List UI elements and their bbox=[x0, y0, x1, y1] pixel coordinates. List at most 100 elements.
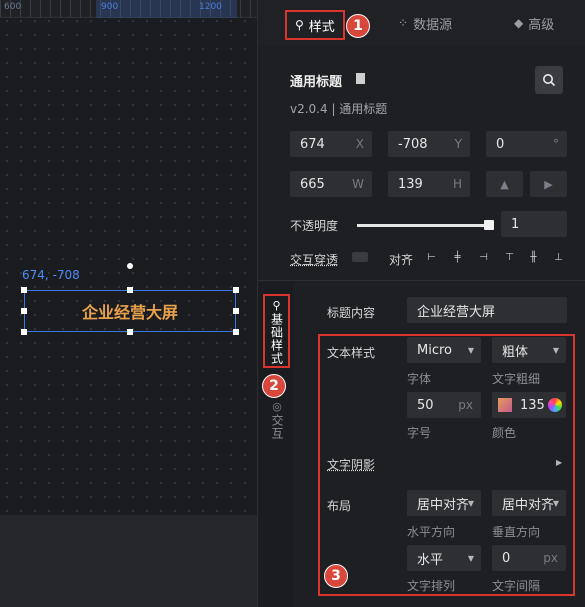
font-size-sublabel: 字号 bbox=[407, 426, 432, 440]
x-unit: X bbox=[355, 137, 364, 151]
align-top-icon[interactable]: ⊤ bbox=[504, 252, 515, 263]
font-family-sublabel: 字体 bbox=[407, 372, 432, 386]
width-value: 665 bbox=[300, 176, 325, 192]
align-left-icon[interactable]: ⊢ bbox=[426, 252, 437, 263]
component-title-text: 企业经营大屏 bbox=[81, 303, 178, 322]
align-center-v-icon[interactable]: ╫ bbox=[528, 252, 539, 263]
rotation-value: 0 bbox=[496, 136, 505, 152]
resize-handle-e[interactable] bbox=[233, 308, 239, 314]
letter-spacing-sublabel: 文字间隔 bbox=[492, 579, 541, 593]
height-input[interactable]: 139 H bbox=[388, 171, 470, 197]
tab-label: 高级 bbox=[528, 17, 555, 33]
letter-spacing-value: 0 bbox=[502, 550, 511, 566]
title-content-input[interactable]: 企业经营大屏 bbox=[407, 297, 567, 323]
chevron-right-icon[interactable]: ▶ bbox=[556, 458, 562, 467]
side-tab-label: 基础样式 bbox=[269, 313, 284, 365]
flip-vertical-icon: ▲ bbox=[500, 177, 509, 191]
properties-panel: ⚲ 样式 ⁘ 数据源 ◆ 高级 1 通用标题 v2.0.4 | 通用标题 674… bbox=[257, 0, 585, 607]
text-style-label: 文本样式 bbox=[327, 346, 376, 360]
chevron-down-icon: ▼ bbox=[552, 498, 559, 508]
document-icon[interactable] bbox=[356, 73, 365, 84]
color-sublabel: 颜色 bbox=[492, 426, 517, 440]
letter-spacing-unit: px bbox=[543, 551, 558, 565]
tab-label: 数据源 bbox=[413, 17, 453, 33]
chevron-down-icon: ▼ bbox=[467, 345, 474, 355]
resize-handle-w[interactable] bbox=[21, 308, 27, 314]
resize-handle-sw[interactable] bbox=[21, 329, 27, 335]
tab-datasource[interactable]: ⁘ 数据源 bbox=[398, 0, 452, 46]
interaction-icon: ◎ bbox=[272, 400, 282, 413]
resize-handle-ne[interactable] bbox=[233, 287, 239, 293]
section-divider bbox=[258, 280, 585, 281]
annotation-badge: 2 bbox=[262, 374, 286, 398]
rotate-handle[interactable] bbox=[127, 263, 133, 269]
flip-vertical-button[interactable]: ▲ bbox=[486, 171, 523, 197]
align-right-icon[interactable]: ⊣ bbox=[478, 252, 489, 263]
vertical-align-sublabel: 垂直方向 bbox=[492, 525, 541, 539]
design-canvas[interactable]: 600 900 1200 674, -708 企业经营大屏 bbox=[0, 0, 257, 607]
opacity-label: 不透明度 bbox=[290, 219, 339, 233]
search-icon bbox=[543, 74, 556, 87]
text-direction-sublabel: 文字排列 bbox=[407, 579, 456, 593]
title-content-value: 企业经营大屏 bbox=[417, 304, 496, 320]
color-picker[interactable]: 135 bbox=[492, 392, 566, 418]
sliders-icon: ⚲ bbox=[272, 299, 281, 312]
horizontal-ruler: 600 900 1200 bbox=[0, 0, 257, 18]
side-tab-basic-style[interactable]: ⚲ 基础样式 bbox=[263, 294, 290, 368]
vertical-align-value: 居中对齐 bbox=[502, 497, 553, 513]
color-wheel-icon[interactable] bbox=[548, 398, 562, 412]
interaction-through-label: 交互穿透 bbox=[290, 253, 339, 267]
search-button[interactable] bbox=[535, 66, 563, 94]
color-swatch[interactable] bbox=[498, 398, 512, 412]
interaction-through-toggle[interactable] bbox=[352, 252, 368, 262]
font-weight-sublabel: 文字粗细 bbox=[492, 372, 541, 386]
ruler-label: 1200 bbox=[199, 2, 222, 12]
selected-title-component[interactable]: 企业经营大屏 bbox=[21, 287, 239, 335]
grid-dots-icon: ⁘ bbox=[398, 16, 409, 30]
rotation-unit: ° bbox=[553, 137, 559, 151]
chevron-down-icon: ▼ bbox=[467, 553, 474, 563]
x-input[interactable]: 674 X bbox=[290, 131, 372, 157]
resize-handle-nw[interactable] bbox=[21, 287, 27, 293]
height-value: 139 bbox=[398, 176, 423, 192]
x-value: 674 bbox=[300, 136, 325, 152]
y-input[interactable]: -708 Y bbox=[388, 131, 470, 157]
opacity-input[interactable]: 1 bbox=[501, 211, 567, 237]
horizontal-align-select[interactable]: 居中对齐 ▼ bbox=[407, 490, 481, 516]
tab-advanced[interactable]: ◆ 高级 bbox=[514, 0, 554, 46]
opacity-slider-handle[interactable] bbox=[484, 220, 494, 230]
tab-style[interactable]: ⚲ 样式 bbox=[285, 10, 345, 40]
sliders-icon: ⚲ bbox=[295, 18, 304, 32]
text-shadow-label[interactable]: 文字阴影 bbox=[327, 456, 375, 473]
font-size-input[interactable]: 50 px bbox=[407, 392, 481, 418]
font-size-unit: px bbox=[458, 398, 473, 412]
letter-spacing-input[interactable]: 0 px bbox=[492, 545, 566, 571]
side-tab-interaction[interactable]: ◎ 交互 bbox=[267, 400, 287, 440]
resize-handle-se[interactable] bbox=[233, 329, 239, 335]
resize-handle-n[interactable] bbox=[127, 287, 133, 293]
vertical-align-select[interactable]: 居中对齐 ▼ bbox=[492, 490, 566, 516]
ruler-label: 900 bbox=[101, 2, 119, 12]
text-direction-select[interactable]: 水平 ▼ bbox=[407, 545, 481, 571]
font-size-value: 50 bbox=[417, 397, 434, 413]
font-weight-value: 粗体 bbox=[502, 344, 529, 360]
align-center-h-icon[interactable]: ╪ bbox=[452, 252, 463, 263]
align-bottom-icon[interactable]: ⊥ bbox=[553, 252, 564, 263]
tab-label: 样式 bbox=[308, 19, 335, 35]
y-unit: Y bbox=[454, 137, 462, 151]
color-value: 135 bbox=[520, 397, 545, 413]
horizontal-align-value: 居中对齐 bbox=[417, 497, 468, 513]
resize-handle-s[interactable] bbox=[127, 329, 133, 335]
cube-icon: ◆ bbox=[514, 16, 524, 30]
component-version: v2.0.4 | 通用标题 bbox=[290, 102, 388, 116]
y-value: -708 bbox=[398, 136, 428, 152]
opacity-slider[interactable] bbox=[357, 224, 489, 227]
font-family-select[interactable]: Micro ▼ bbox=[407, 337, 481, 363]
font-weight-select[interactable]: 粗体 ▼ bbox=[492, 337, 566, 363]
rotation-input[interactable]: 0 ° bbox=[486, 131, 567, 157]
annotation-badge: 3 bbox=[324, 564, 348, 588]
width-input[interactable]: 665 W bbox=[290, 171, 372, 197]
flip-horizontal-button[interactable]: ▶ bbox=[530, 171, 567, 197]
component-name: 通用标题 bbox=[290, 75, 343, 90]
opacity-value: 1 bbox=[511, 216, 520, 232]
